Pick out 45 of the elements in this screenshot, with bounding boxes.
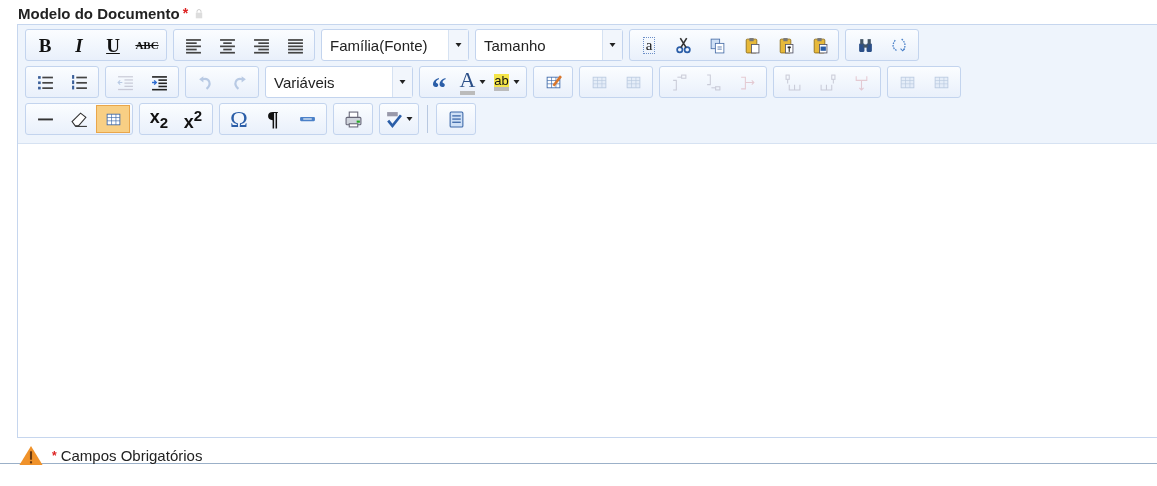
horizontal-line-icon	[36, 117, 54, 121]
paragraph-mark-button[interactable]: ¶	[256, 105, 290, 133]
spellcheck-icon	[385, 110, 402, 128]
bold-button[interactable]: B	[28, 31, 62, 59]
caret-icon	[399, 80, 406, 84]
column-arrow-icon	[784, 73, 802, 91]
column-arrow-icon	[818, 73, 836, 91]
copy-icon	[708, 36, 726, 54]
dropdown-select[interactable]: Família(Fonte)	[321, 29, 469, 61]
align-right-icon	[252, 36, 270, 54]
select-all-button[interactable]: a	[632, 31, 666, 59]
page-break-icon	[298, 116, 316, 122]
outdent-icon	[116, 73, 134, 91]
caret-icon	[455, 43, 462, 47]
underline-button[interactable]: U	[96, 31, 130, 59]
required-fields-note: Campos Obrigatórios	[60, 447, 203, 464]
numbered-list-icon	[70, 73, 88, 91]
superscript-button[interactable]: x$^{2}$	[176, 105, 210, 133]
caret-icon	[609, 43, 616, 47]
table-pencil-icon	[544, 73, 562, 91]
bracket-arrow-icon	[670, 73, 688, 91]
printer-icon	[344, 110, 362, 128]
binoculars-icon	[856, 36, 874, 54]
warning-icon	[18, 445, 44, 466]
bulleted-list-icon	[36, 73, 54, 91]
align-center-icon	[218, 36, 236, 54]
text-color-button[interactable]: A	[456, 68, 490, 96]
dropdown-select[interactable]: Tamanho	[475, 29, 623, 61]
highlight-color-button[interactable]: ab	[490, 68, 524, 96]
subscript-button[interactable]: x$_{2}$	[142, 105, 176, 133]
special-character-button[interactable]: Ω	[222, 105, 256, 133]
scissors-icon	[674, 36, 692, 54]
field-label: Modelo do Documento	[18, 4, 180, 22]
document-view-icon	[447, 110, 465, 128]
strikethrough-button[interactable]: ABC	[130, 31, 164, 59]
bracket-arrow-icon	[704, 73, 722, 91]
eraser-icon	[70, 110, 88, 128]
dropdown-select[interactable]: Variáveis	[265, 66, 413, 98]
justify-icon	[286, 36, 304, 54]
required-mark: *	[52, 448, 57, 463]
align-left-icon	[184, 36, 202, 54]
quote-button[interactable]: “	[422, 68, 456, 96]
indent-icon	[150, 73, 168, 91]
italic-button[interactable]: I	[62, 31, 96, 59]
required-mark: *	[182, 5, 189, 21]
